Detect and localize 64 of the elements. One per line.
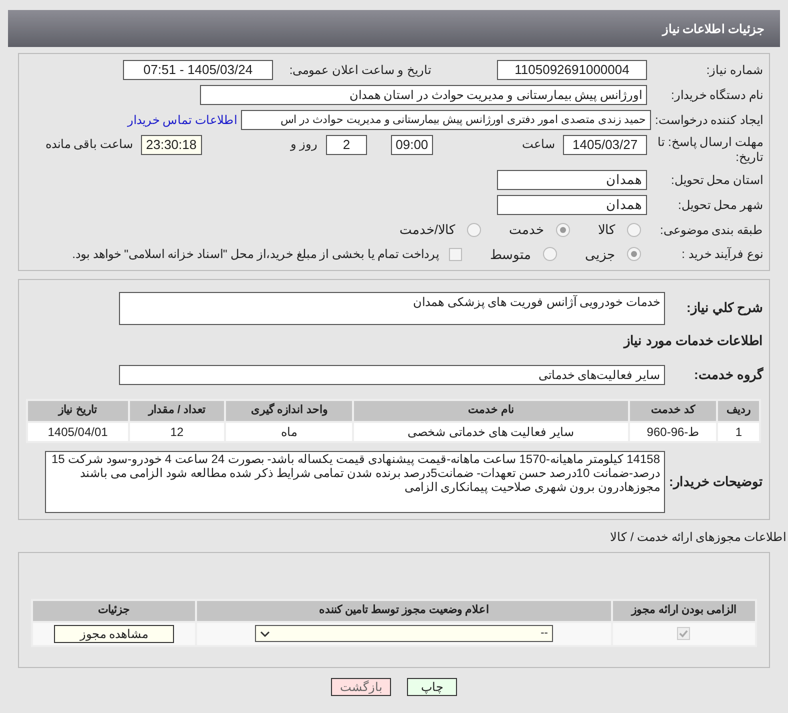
- print-button[interactable]: چاپ: [407, 678, 457, 696]
- deadline-time-field: 09:00: [390, 135, 434, 155]
- need-number-field: 1105092691000004: [497, 60, 647, 80]
- page-header: جزئیات اطلاعات نیاز: [8, 10, 780, 47]
- field-label: ساعت باقی مانده: [44, 136, 133, 153]
- chevron-down-icon: [260, 630, 270, 638]
- field-label: نام دستگاه خریدار:: [670, 87, 763, 104]
- radio-label: کالا/خدمت: [399, 221, 455, 239]
- requester-field: حمید زندی متصدی امور دفتری اورژانس پیش بیمارستانی و مدیریت حوادث در اس: [241, 110, 651, 130]
- column-header: جزئیات: [32, 600, 196, 622]
- summary-field: خدمات خودرویی آژانس فوریت های پزشکی همدان: [119, 292, 665, 325]
- column-header: الزامی بودن ارائه مجوز: [612, 600, 756, 622]
- field-label: ایجاد کننده درخواست:: [655, 112, 763, 129]
- column-header: تاریخ نیاز: [27, 400, 129, 422]
- service-group-field: سایر فعالیت‌های خدماتی: [119, 364, 665, 384]
- days-field: 2: [326, 135, 368, 155]
- column-header: کد خدمت: [628, 400, 718, 422]
- announce-date-field: 1405/03/24 - 07:51: [123, 60, 273, 80]
- field-label: مهلت ارسال پاسخ: تا تاریخ:: [656, 135, 763, 165]
- view-permit-button[interactable]: مشاهده مجوز: [54, 624, 174, 642]
- table-cell: 1: [717, 422, 760, 442]
- table-cell: ماه: [225, 422, 354, 442]
- radio-label: جزیی: [585, 246, 615, 264]
- buyer-notes-field: 14158 کیلومتر ماهیانه-1570 ساعت ماهانه-قیمت پیشنهادی قیمت یکساله باشد- بصورت 24 ساعت 4 خودرو-سود شرکت 15 درصد-ضمانت 10درصد حسن تعهدات- ضمانت5درصد برنده شدن تمامی شرایط ذکر شده مطالعه شود الزامی می باشند مجوزهادرون برون شهری صلاحیت پیمانکاری الزامی: [45, 450, 665, 512]
- section-title: اطلاعات مجوزهای ارائه خدمت / کالا: [610, 528, 786, 546]
- table-cell: 12: [128, 422, 226, 442]
- buyer-contact-link[interactable]: اطلاعات تماس خریدار: [127, 111, 237, 129]
- radio-label: متوسط: [490, 246, 531, 264]
- deadline-date-field: 1405/03/27: [563, 135, 647, 155]
- table-cell: ط-96-960: [628, 422, 718, 442]
- radio-button[interactable]: [627, 247, 641, 262]
- radio-button[interactable]: [467, 222, 481, 237]
- buyer-name-field: اورژانس پیش بیمارستانی و مدیریت حوادث در استان همدان: [200, 85, 647, 105]
- column-header: ردیف: [717, 400, 760, 422]
- column-header: نام خدمت: [353, 400, 628, 422]
- column-header: اعلام وضعیت مجوز توسط تامین کننده: [196, 600, 612, 622]
- field-label: شهر محل تحویل:: [676, 197, 763, 214]
- province-field: همدان: [497, 170, 647, 190]
- field-label: تاریخ و ساعت اعلان عمومی:: [288, 62, 431, 79]
- column-header: واحد اندازه گیری: [225, 400, 354, 422]
- back-button[interactable]: بازگشت: [331, 678, 391, 696]
- field-label: نوع فرآیند خرید :: [680, 246, 763, 264]
- column-header: تعداد / مقدار: [128, 400, 226, 422]
- radio-label: کالا: [598, 221, 615, 239]
- field-label: ساعت: [521, 136, 556, 153]
- checkbox[interactable]: [677, 627, 690, 640]
- field-label: استان محل تحویل:: [670, 172, 763, 189]
- table-cell: 1405/04/01: [27, 422, 129, 442]
- field-label: روز و: [289, 136, 318, 153]
- section-title: اطلاعات خدمات مورد نیاز: [624, 332, 763, 350]
- radio-label: خدمت: [509, 221, 544, 239]
- radio-button[interactable]: [556, 222, 570, 237]
- section-label: گروه خدمت:: [693, 366, 763, 384]
- field-label: شماره نیاز:: [705, 62, 763, 79]
- table-cell: سایر فعالیت های خدماتی شخصی: [353, 422, 628, 442]
- radio-button[interactable]: [543, 247, 557, 262]
- field-label: طبقه بندی موضوعی:: [658, 222, 763, 239]
- radio-button[interactable]: [627, 222, 641, 237]
- treasury-note: پرداخت تمام یا بخشی از مبلغ خرید،از محل "اسناد خزانه اسلامی" خواهد بود.: [72, 246, 439, 264]
- checkbox[interactable]: [449, 248, 462, 261]
- status-dropdown[interactable]: --: [254, 625, 553, 642]
- remaining-time-field: 23:30:18: [141, 135, 202, 155]
- city-field: همدان: [497, 195, 647, 215]
- section-label: شرح كلي نياز:: [685, 299, 763, 318]
